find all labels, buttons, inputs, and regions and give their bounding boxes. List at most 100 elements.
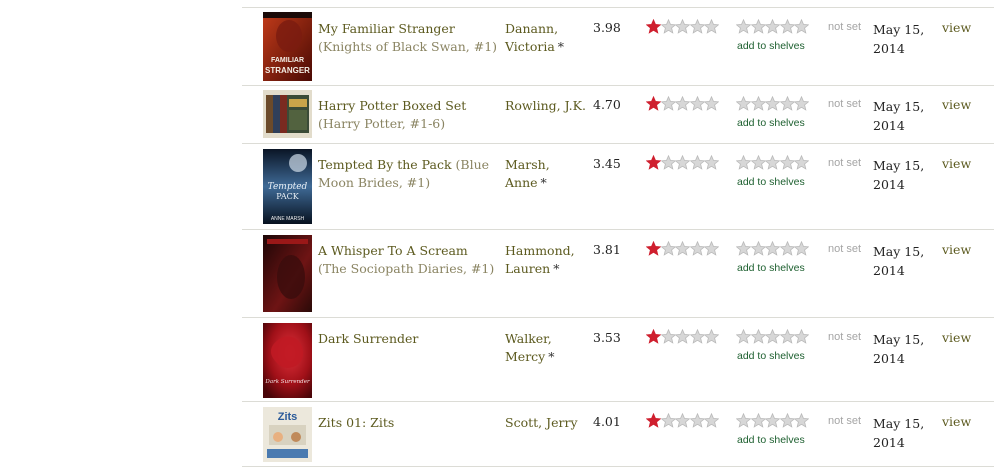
book-series[interactable]: (The Sociopath Diaries, #1) xyxy=(318,261,494,276)
shelf-rating-stars[interactable] xyxy=(736,329,809,345)
my-rating-stars[interactable] xyxy=(646,241,719,257)
book-title-link[interactable]: A Whisper To A Scream (The Sociopath Dia… xyxy=(318,242,500,278)
star-empty-icon[interactable] xyxy=(660,241,676,256)
star-empty-icon[interactable] xyxy=(794,329,809,344)
star-empty-icon[interactable] xyxy=(794,19,809,34)
shelf-rating-stars[interactable] xyxy=(736,241,809,257)
book-title-link[interactable]: Harry Potter Boxed Set (Harry Potter, #1… xyxy=(318,97,500,133)
star-empty-icon[interactable] xyxy=(750,413,766,428)
book-cover[interactable]: FAMILIAR STRANGER xyxy=(263,12,312,81)
star-empty-icon[interactable] xyxy=(736,96,751,111)
star-empty-icon[interactable] xyxy=(704,19,719,34)
book-title[interactable]: My Familiar Stranger xyxy=(318,21,455,36)
book-title[interactable]: Tempted By the Pack xyxy=(318,157,452,172)
book-cover[interactable]: Zits xyxy=(263,407,312,462)
star-empty-icon[interactable] xyxy=(779,329,795,344)
star-empty-icon[interactable] xyxy=(704,329,719,344)
star-filled-icon[interactable] xyxy=(646,96,661,111)
star-empty-icon[interactable] xyxy=(660,155,676,170)
book-title[interactable]: Zits 01: Zits xyxy=(318,415,394,430)
author-link[interactable]: Walker, Mercy xyxy=(505,331,552,364)
book-series[interactable]: (Knights of Black Swan, #1) xyxy=(318,39,497,54)
book-title-link[interactable]: My Familiar Stranger (Knights of Black S… xyxy=(318,20,500,56)
star-empty-icon[interactable] xyxy=(736,155,751,170)
book-title[interactable]: Dark Surrender xyxy=(318,331,418,346)
add-to-shelves-link[interactable]: add to shelves xyxy=(737,40,805,52)
view-link[interactable]: view xyxy=(942,242,971,257)
star-empty-icon[interactable] xyxy=(689,241,705,256)
book-cover[interactable] xyxy=(263,90,312,138)
star-empty-icon[interactable] xyxy=(794,155,809,170)
view-link[interactable]: view xyxy=(942,156,971,171)
star-empty-icon[interactable] xyxy=(660,329,676,344)
star-empty-icon[interactable] xyxy=(736,241,751,256)
star-empty-icon[interactable] xyxy=(750,19,766,34)
view-link[interactable]: view xyxy=(942,414,971,429)
book-cover[interactable]: Dark Surrender xyxy=(263,323,312,398)
star-empty-icon[interactable] xyxy=(704,155,719,170)
star-empty-icon[interactable] xyxy=(794,413,809,428)
add-to-shelves-link[interactable]: add to shelves xyxy=(737,176,805,188)
add-to-shelves-link[interactable]: add to shelves xyxy=(737,350,805,362)
star-empty-icon[interactable] xyxy=(750,96,766,111)
my-rating-stars[interactable] xyxy=(646,19,719,35)
star-empty-icon[interactable] xyxy=(750,329,766,344)
author-link[interactable]: Rowling, J.K. xyxy=(505,98,586,113)
star-empty-icon[interactable] xyxy=(675,96,690,111)
star-empty-icon[interactable] xyxy=(794,96,809,111)
book-cover[interactable]: Tempted PACK ANNE MARSH xyxy=(263,149,312,224)
book-title-link[interactable]: Dark Surrender xyxy=(318,330,500,348)
star-empty-icon[interactable] xyxy=(689,19,705,34)
my-rating-stars[interactable] xyxy=(646,413,719,429)
book-title-link[interactable]: Tempted By the Pack (Blue Moon Brides, #… xyxy=(318,156,500,192)
shelf-rating-stars[interactable] xyxy=(736,155,809,171)
add-to-shelves-link[interactable]: add to shelves xyxy=(737,434,805,446)
star-empty-icon[interactable] xyxy=(660,19,676,34)
star-empty-icon[interactable] xyxy=(704,96,719,111)
shelf-rating-stars[interactable] xyxy=(736,96,809,112)
star-empty-icon[interactable] xyxy=(736,413,751,428)
star-empty-icon[interactable] xyxy=(675,329,690,344)
star-empty-icon[interactable] xyxy=(779,155,795,170)
star-empty-icon[interactable] xyxy=(660,413,676,428)
book-cover[interactable] xyxy=(263,235,312,312)
view-link[interactable]: view xyxy=(942,97,971,112)
star-empty-icon[interactable] xyxy=(779,241,795,256)
star-empty-icon[interactable] xyxy=(689,413,705,428)
star-empty-icon[interactable] xyxy=(660,96,676,111)
star-empty-icon[interactable] xyxy=(704,413,719,428)
book-title-link[interactable]: Zits 01: Zits xyxy=(318,414,500,432)
star-empty-icon[interactable] xyxy=(689,96,705,111)
star-filled-icon[interactable] xyxy=(646,241,661,256)
shelf-rating-stars[interactable] xyxy=(736,413,809,429)
author-link[interactable]: Hammond, Lauren xyxy=(505,243,575,276)
star-empty-icon[interactable] xyxy=(736,19,751,34)
author-link[interactable]: Scott, Jerry xyxy=(505,415,578,430)
view-link[interactable]: view xyxy=(942,330,971,345)
star-filled-icon[interactable] xyxy=(646,19,661,34)
book-series[interactable]: (Harry Potter, #1-6) xyxy=(318,116,445,131)
my-rating-stars[interactable] xyxy=(646,329,719,345)
star-empty-icon[interactable] xyxy=(794,241,809,256)
add-to-shelves-link[interactable]: add to shelves xyxy=(737,117,805,129)
star-empty-icon[interactable] xyxy=(765,19,780,34)
star-empty-icon[interactable] xyxy=(675,413,690,428)
star-empty-icon[interactable] xyxy=(765,241,780,256)
star-empty-icon[interactable] xyxy=(675,19,690,34)
star-empty-icon[interactable] xyxy=(750,241,766,256)
star-empty-icon[interactable] xyxy=(704,241,719,256)
book-title[interactable]: Harry Potter Boxed Set xyxy=(318,98,466,113)
star-empty-icon[interactable] xyxy=(765,155,780,170)
shelf-rating-stars[interactable] xyxy=(736,19,809,35)
star-empty-icon[interactable] xyxy=(779,96,795,111)
star-empty-icon[interactable] xyxy=(765,329,780,344)
star-empty-icon[interactable] xyxy=(765,96,780,111)
star-empty-icon[interactable] xyxy=(736,329,751,344)
star-empty-icon[interactable] xyxy=(689,155,705,170)
star-empty-icon[interactable] xyxy=(779,19,795,34)
my-rating-stars[interactable] xyxy=(646,96,719,112)
my-rating-stars[interactable] xyxy=(646,155,719,171)
add-to-shelves-link[interactable]: add to shelves xyxy=(737,262,805,274)
star-empty-icon[interactable] xyxy=(689,329,705,344)
star-empty-icon[interactable] xyxy=(765,413,780,428)
